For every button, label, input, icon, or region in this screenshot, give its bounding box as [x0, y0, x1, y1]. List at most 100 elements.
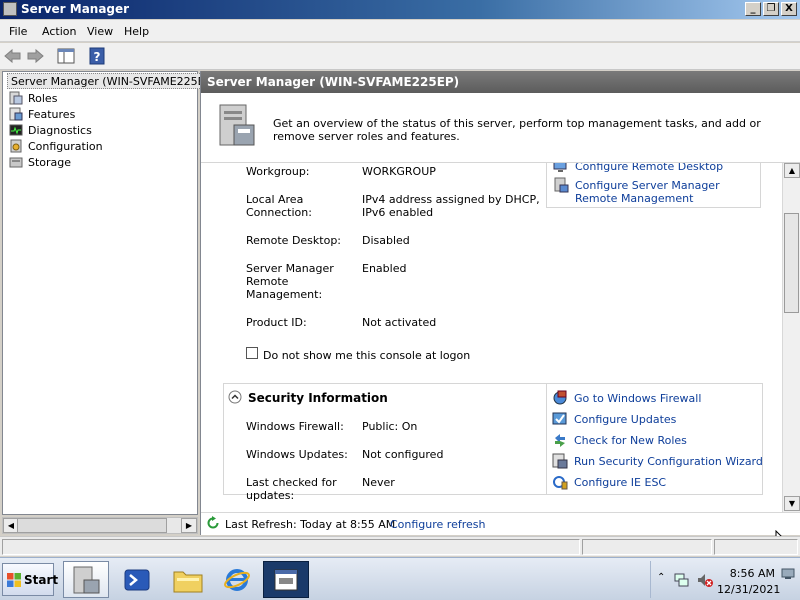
minimize-button[interactable]: _ [745, 2, 761, 16]
last-refresh-text: Last Refresh: Today at 8:55 AM [225, 518, 396, 531]
taskbar-server-manager[interactable] [63, 561, 109, 598]
show-hide-console-tree-button[interactable] [57, 46, 75, 66]
taskbar-internet-explorer[interactable] [214, 561, 260, 598]
refresh-icon [207, 516, 219, 529]
updates-icon [552, 412, 567, 425]
remote-management-value: Enabled [362, 262, 407, 275]
tree-item-storage[interactable]: Storage [9, 154, 71, 170]
scroll-down-button[interactable]: ▼ [784, 496, 800, 511]
status-cell-2 [582, 539, 712, 555]
menu-help[interactable]: Help [124, 25, 149, 38]
start-button[interactable]: Start [2, 563, 58, 596]
status-cell-main [2, 539, 580, 555]
content-vertical-scrollbar[interactable]: ▲ ▼ [782, 163, 800, 512]
taskbar-powershell[interactable] [114, 561, 160, 598]
toolbar: ? [0, 43, 800, 70]
network-icon[interactable] [673, 572, 689, 588]
configure-remote-desktop-link[interactable]: Configure Remote Desktop [575, 163, 723, 173]
scroll-thumb[interactable] [17, 518, 167, 533]
refresh-status-line: Last Refresh: Today at 8:55 AM Configure… [201, 512, 800, 534]
title-bar: Server Manager _ ❐ X [0, 0, 800, 19]
remote-desktop-value: Disabled [362, 234, 410, 247]
overview-text: Get an overview of the status of this se… [273, 117, 761, 143]
windows-logo-icon [7, 573, 21, 587]
product-id-label: Product ID: [246, 316, 307, 329]
diagnostics-icon [9, 124, 23, 136]
server-icon [219, 104, 255, 146]
folder-icon [173, 571, 203, 592]
tree-item-roles[interactable]: Roles [9, 90, 57, 106]
windows-updates-value: Not configured [362, 448, 444, 461]
logon-checkbox[interactable] [246, 347, 258, 359]
show-desktop-icon[interactable] [781, 567, 795, 581]
status-bar [0, 536, 800, 556]
tree-item-features[interactable]: Features [9, 106, 75, 122]
vertical-scroll-thumb[interactable] [784, 213, 799, 313]
close-button[interactable]: X [781, 2, 797, 16]
remote-management-icon [554, 177, 569, 193]
menu-file[interactable]: File [9, 25, 27, 38]
status-cell-3 [714, 539, 798, 555]
storage-icon [9, 157, 23, 168]
clock-date[interactable]: 12/31/2021 [717, 583, 780, 596]
back-arrow-icon [4, 48, 21, 64]
server-manager-app-icon [3, 2, 17, 16]
help-button[interactable]: ? [89, 46, 105, 66]
window-title: Server Manager [21, 2, 130, 16]
firewall-value: Public: On [362, 420, 418, 433]
ie-esc-icon [553, 476, 568, 490]
tree-root-server-manager[interactable]: Server Manager (WIN-SVFAME225EP) [7, 73, 220, 89]
window-app-icon [274, 569, 298, 590]
system-tray: ⌃ 8:56 AM 12/31/2021 [650, 561, 798, 598]
menu-action[interactable]: Action [42, 25, 76, 38]
check-roles-icon [555, 434, 565, 447]
powershell-icon [124, 569, 150, 590]
collapse-section-icon[interactable] [228, 390, 242, 404]
details-pane: Server Manager (WIN-SVFAME225EP) Get an … [200, 71, 800, 535]
svg-text:?: ? [94, 50, 101, 64]
show-hidden-icons-icon[interactable]: ⌃ [657, 572, 665, 583]
overview-banner: Get an overview of the status of this se… [201, 93, 800, 163]
windows-updates-label: Windows Updates: [246, 448, 348, 461]
start-label: Start [24, 573, 59, 587]
console-tree: Server Manager (WIN-SVFAME225EP) Roles F… [2, 71, 220, 515]
configure-ie-esc-link[interactable]: Configure IE ESC [574, 476, 666, 489]
volume-muted-icon[interactable] [697, 572, 713, 588]
restore-button[interactable]: ❐ [763, 2, 779, 16]
tree-horizontal-scrollbar[interactable]: ◀ ▶ [2, 517, 198, 534]
remote-desktop-icon [553, 163, 567, 172]
configure-remote-management-link[interactable]: Configure Server Manager Remote Manageme… [575, 179, 760, 205]
last-checked-label: Last checked for updates: [246, 476, 337, 502]
lan-value: IPv4 address assigned by DHCP, IPv6 enab… [362, 193, 540, 219]
computer-info-tasks-box: Configure Remote Desktop Configure Serve… [546, 163, 761, 208]
taskbar-active-window[interactable] [263, 561, 309, 598]
content-scroll-area: Workgroup: WORKGROUP Local Area Connecti… [201, 163, 781, 512]
server-manager-taskbar-icon [73, 566, 100, 593]
help-icon: ? [89, 47, 105, 65]
tree-item-diagnostics[interactable]: Diagnostics [9, 122, 92, 138]
console-tree-icon [57, 48, 75, 64]
tree-item-configuration[interactable]: Configuration [9, 138, 103, 154]
clock-time[interactable]: 8:56 AM [725, 567, 775, 580]
security-wizard-icon [552, 453, 568, 469]
taskbar: Start ⌃ 8:56 AM 12/31/2021 [0, 557, 800, 600]
configure-updates-link[interactable]: Configure Updates [574, 413, 676, 426]
forward-arrow-icon [27, 48, 44, 64]
run-security-configuration-wizard-link[interactable]: Run Security Configuration Wizard [574, 455, 763, 468]
workgroup-label: Workgroup: [246, 165, 310, 178]
last-checked-value: Never [362, 476, 395, 489]
logon-checkbox-label: Do not show me this console at logon [263, 349, 471, 362]
check-for-new-roles-link[interactable]: Check for New Roles [574, 434, 687, 447]
section-divider [546, 384, 547, 494]
taskbar-explorer[interactable] [165, 561, 211, 598]
features-icon [9, 107, 23, 121]
forward-button[interactable] [26, 46, 44, 66]
details-header: Server Manager (WIN-SVFAME225EP) [201, 71, 800, 93]
configure-refresh-link[interactable]: Configure refresh [390, 518, 485, 531]
workgroup-value: WORKGROUP [362, 165, 436, 178]
menu-view[interactable]: View [87, 25, 113, 38]
scroll-right-button[interactable]: ▶ [181, 518, 197, 533]
scroll-up-button[interactable]: ▲ [784, 163, 800, 178]
back-button[interactable] [4, 46, 22, 66]
go-to-windows-firewall-link[interactable]: Go to Windows Firewall [574, 392, 701, 405]
